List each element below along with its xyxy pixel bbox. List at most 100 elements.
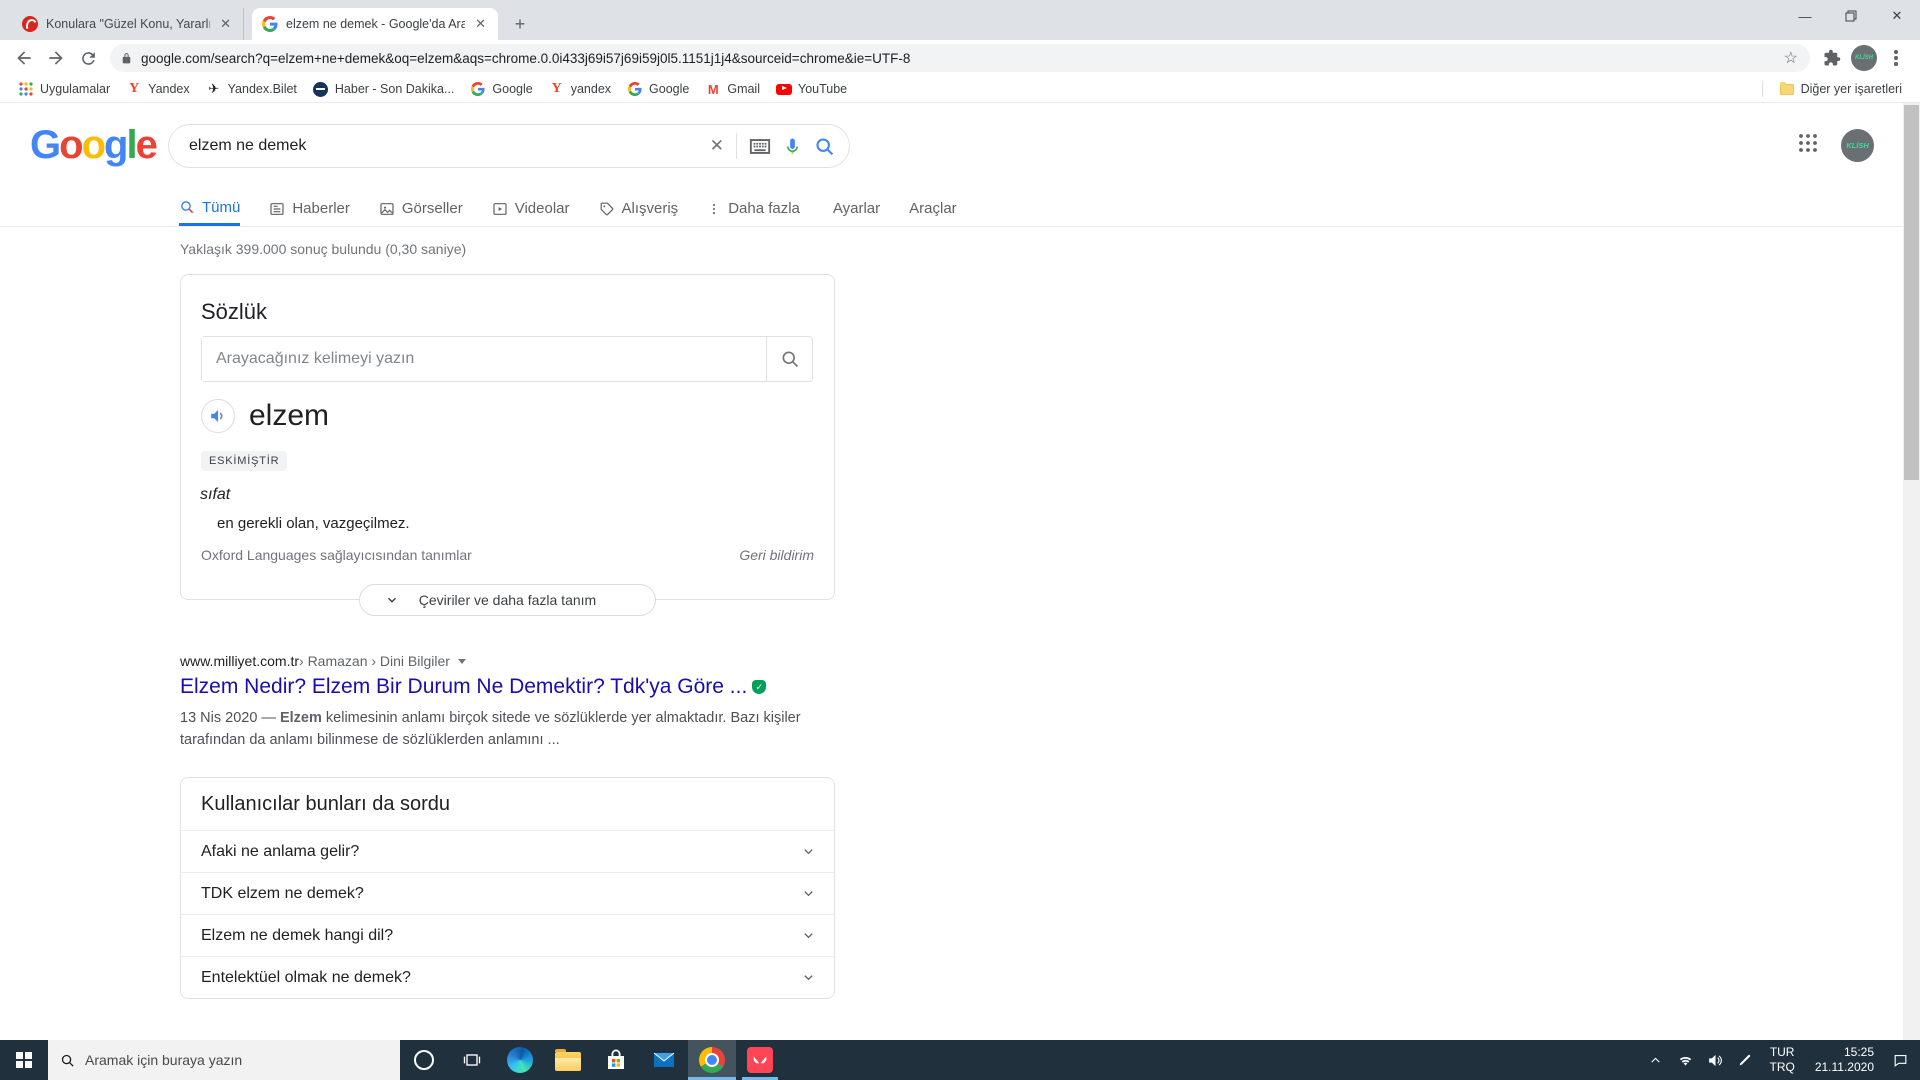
cortana-button[interactable] [400,1040,448,1080]
window-controls: — ✕ [1782,0,1920,40]
tab2-title: elzem ne demek - Google'da Ara [286,17,466,31]
definition-text: en gerekli olan, vazgeçilmez. [217,515,410,532]
new-tab-button[interactable]: + [506,10,534,38]
result-title-link[interactable]: Elzem Nedir? Elzem Bir Durum Ne Demektir… [180,675,840,699]
dictionary-card: Sözlük elzem ESKİMİŞTİR sıfat en gerekli… [180,274,835,600]
dictionary-search-input[interactable] [202,337,766,381]
taskbar-clock[interactable]: 15:25 21.11.2020 [1807,1045,1882,1075]
chevron-down-icon [804,849,813,855]
scrollbar-thumb[interactable] [1904,105,1919,480]
profile-avatar[interactable]: KLİSH [1848,42,1880,74]
voice-search-mic-icon[interactable] [783,137,802,156]
chevron-down-icon [804,891,813,897]
start-button[interactable] [0,1040,48,1080]
tab-google-search[interactable]: elzem ne demek - Google'da Ara ✕ [252,8,498,40]
part-of-speech: sıfat [200,486,231,503]
google-account-avatar[interactable]: KLİSH [1841,129,1874,162]
dictionary-search-box[interactable] [201,336,813,382]
taskbar-valorant[interactable] [736,1040,784,1080]
cortana-icon [414,1050,434,1070]
bookmark-yandex-bilet[interactable]: ✈ Yandex.Bilet [198,78,305,100]
dictionary-title: Sözlük [201,299,268,324]
clear-query-icon[interactable]: ✕ [710,136,724,156]
bookmark-apps[interactable]: Uygulamalar [10,78,118,100]
google-search-box[interactable]: ✕ [168,124,850,168]
dictionary-feedback-link[interactable]: Geri bildirim [739,547,814,563]
taskbar-edge[interactable] [496,1040,544,1080]
taskbar-mail[interactable] [640,1040,688,1080]
task-view-button[interactable] [448,1040,496,1080]
result-domain: www.milliyet.com.tr [180,653,300,669]
nav-tab-images[interactable]: Görseller [379,191,463,226]
url-input[interactable] [141,50,1782,66]
paa-title: Kullanıcılar bunları da sordu [201,793,451,815]
bookmark-haber[interactable]: Haber - Son Dakika... [305,78,463,100]
result-breadcrumb[interactable]: www.milliyet.com.tr › Ramazan › Dini Bil… [180,653,840,669]
nav-tab-all[interactable]: Tümü [179,191,241,226]
paa-question-1[interactable]: Afaki ne anlama gelir? [181,830,834,872]
search-submit-icon[interactable] [814,136,835,157]
tab2-close-icon[interactable]: ✕ [473,16,488,32]
taskbar-search-box[interactable] [48,1040,400,1080]
expander-label: Çeviriler ve daha fazla tanım [418,592,597,608]
tab1-close-icon[interactable]: ✕ [218,16,233,32]
taskbar-search-input[interactable] [85,1052,365,1068]
bookmark-gmail[interactable]: M Gmail [697,78,768,100]
result-options-caret-icon[interactable] [457,658,466,664]
youtube-icon [776,83,792,95]
language-indicator[interactable]: TUR TRQ [1763,1045,1800,1075]
file-explorer-icon [555,1049,581,1071]
google-apps-grid-icon[interactable] [1798,133,1818,158]
address-bar[interactable]: ☆ [110,44,1810,72]
nav-tab-more[interactable]: Daha fazla [707,191,800,226]
action-center-icon[interactable] [1888,1046,1912,1074]
bookmark-yandex-2[interactable]: Yyandex [541,78,619,100]
usage-tag: ESKİMİŞTİR [201,451,288,471]
back-icon[interactable] [8,42,40,74]
paa-question-4[interactable]: Entelektüel olmak ne demek? [181,956,834,998]
chrome-icon [699,1047,725,1073]
scrollbar-track[interactable] [1903,103,1920,1040]
keyboard-icon[interactable] [749,138,771,155]
bookmark-star-icon[interactable]: ☆ [1782,48,1800,68]
paa-question-2[interactable]: TDK elzem ne demek? [181,872,834,914]
nav-tab-videos[interactable]: Videolar [492,191,570,226]
paa-question-3[interactable]: Elzem ne demek hangi dil? [181,914,834,956]
edge-icon [507,1047,533,1073]
forward-icon[interactable] [40,42,72,74]
apps-grid-icon [18,81,34,97]
pronounce-speaker-icon[interactable] [201,399,235,433]
google-logo[interactable]: Google [30,123,158,168]
reload-icon[interactable] [72,42,104,74]
nav-tab-shopping[interactable]: Alışveriş [599,191,678,226]
bookmark-google-2[interactable]: Google [619,78,697,100]
bookmark-yandex[interactable]: Y Yandex [118,78,197,100]
taskbar-store[interactable] [592,1040,640,1080]
taskbar-file-explorer[interactable] [544,1040,592,1080]
tab1-title: Konulara "Güzel Konu, Yararlı Ko [46,17,211,31]
translations-expander[interactable]: Çeviriler ve daha fazla tanım [359,584,656,616]
taskbar-chrome[interactable] [688,1040,736,1080]
pen-icon[interactable] [1733,1046,1757,1074]
nav-tab-news[interactable]: Haberler [269,191,350,226]
chrome-menu-icon[interactable] [1880,42,1912,74]
windows-taskbar: TUR TRQ 15:25 21.11.2020 [0,1040,1920,1080]
nav-settings[interactable]: Ayarlar [833,191,880,226]
yandex-icon: Y [129,81,140,96]
other-bookmarks[interactable]: Diğer yer işaretleri [1771,78,1910,100]
restore-button[interactable] [1828,0,1874,32]
dictionary-search-button[interactable] [766,337,812,381]
search-query-input[interactable] [189,137,698,155]
tray-chevron-up-icon[interactable] [1643,1046,1667,1074]
close-window-button[interactable]: ✕ [1874,0,1920,32]
bookmark-youtube[interactable]: YouTube [768,78,855,100]
gmail-icon: M [707,81,719,97]
verified-check-icon: ✓ [752,680,767,694]
tab-konulara[interactable]: Konulara "Güzel Konu, Yararlı Ko ✕ [12,8,244,40]
extensions-puzzle-icon[interactable] [1816,42,1848,74]
wifi-icon[interactable] [1673,1046,1697,1074]
volume-icon[interactable] [1703,1046,1727,1074]
bookmark-google-1[interactable]: Google [462,78,540,100]
nav-tools[interactable]: Araçlar [909,191,957,226]
minimize-button[interactable]: — [1782,0,1828,32]
